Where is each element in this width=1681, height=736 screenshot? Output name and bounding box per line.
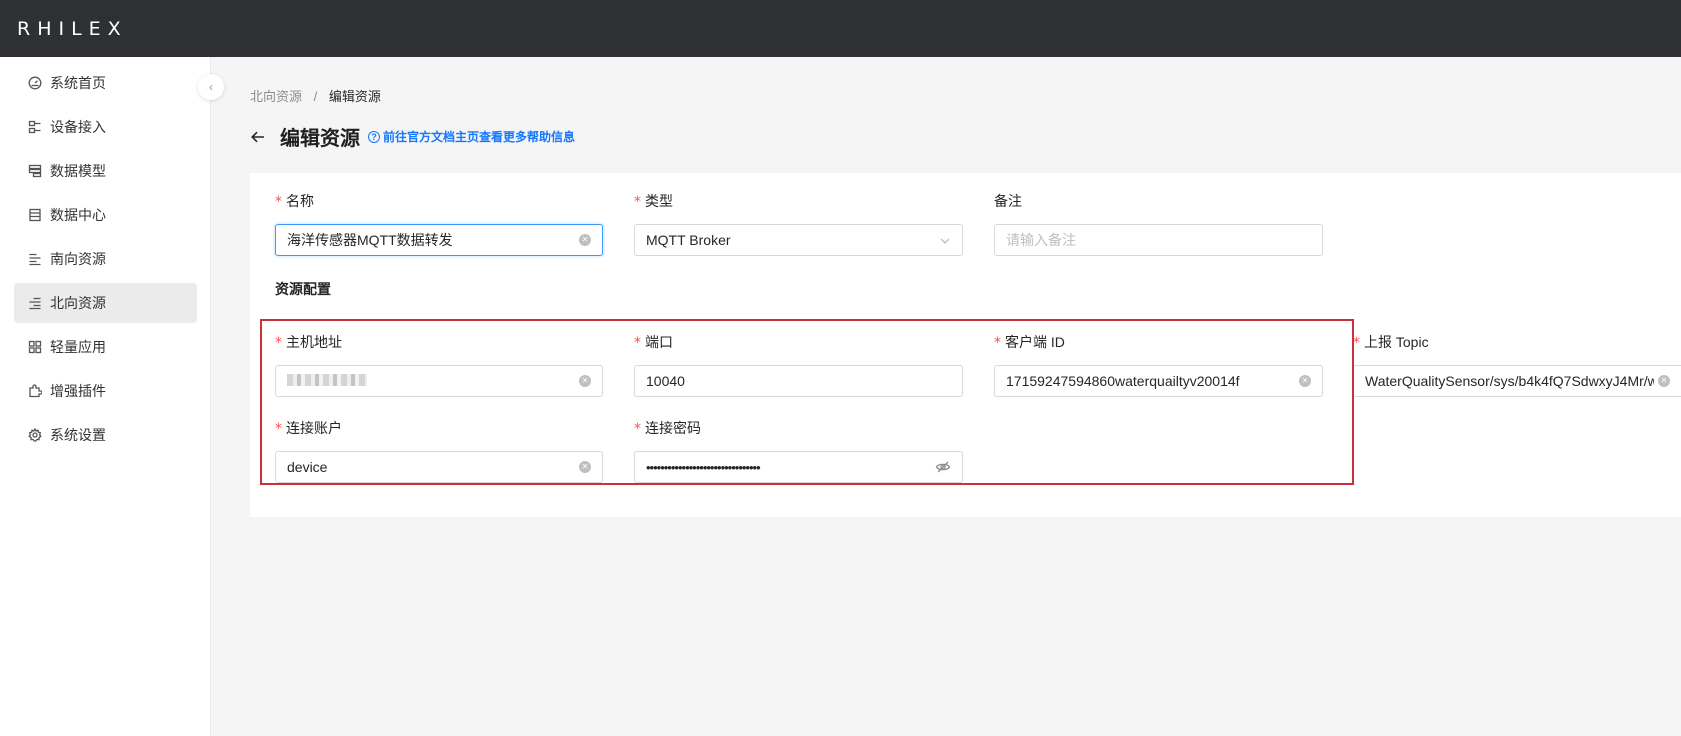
password-value: •••••••••••••••••••••••••••••••• (646, 459, 761, 475)
port-value: 10040 (646, 373, 685, 389)
topic-field: * 上报 Topic WaterQualitySensor/sys/b4k4fQ7… (1353, 332, 1681, 397)
required-mark: * (275, 335, 282, 351)
name-input[interactable]: 海洋传感器MQTT数据转发 ✕ (275, 224, 603, 256)
type-value: MQTT Broker (646, 232, 731, 248)
database-icon (28, 208, 42, 222)
topic-label: 上报 Topic (1364, 334, 1429, 350)
host-field: * 主机地址 ✕ (275, 332, 603, 397)
help-doc-link[interactable]: ? 前往官方文档主页查看更多帮助信息 (368, 128, 575, 145)
collapse-sidebar-button[interactable]: ‹ (198, 74, 224, 100)
required-mark: * (1353, 335, 1360, 351)
sidebar-item-data-center[interactable]: 数据中心 (14, 195, 197, 235)
redacted-host-value (287, 374, 367, 386)
form-card: * 名称 海洋传感器MQTT数据转发 ✕ * 类型 MQTT Broker 备注 请… (250, 173, 1681, 517)
sidebar-item-label: 系统设置 (50, 427, 106, 443)
sidebar-item-label: 轻量应用 (50, 339, 106, 355)
dashboard-icon (28, 76, 42, 90)
eye-invisible-icon[interactable] (935, 459, 951, 475)
host-label: 主机地址 (286, 334, 342, 350)
gear-icon (28, 428, 42, 442)
north-resource-icon (28, 296, 42, 310)
breadcrumb-current: 编辑资源 (328, 89, 381, 104)
data-model-icon (28, 164, 42, 178)
port-field: * 端口 10040 (634, 332, 963, 397)
remark-field: 备注 请输入备注 (994, 191, 1323, 256)
name-value: 海洋传感器MQTT数据转发 (287, 232, 453, 248)
remark-input[interactable]: 请输入备注 (994, 224, 1323, 256)
sidebar: 系统首页 设备接入 数据模型 数据中心 南向资源 北向资源 轻量应用 增强插件 (0, 57, 211, 736)
chevron-left-icon: ‹ (209, 80, 213, 94)
client-id-input[interactable]: 17159247594860waterquailtyv20014f ✕ (994, 365, 1323, 397)
sidebar-item-label: 数据模型 (50, 163, 106, 179)
username-field: * 连接账户 device ✕ (275, 418, 603, 483)
sidebar-item-devices[interactable]: 设备接入 (14, 107, 197, 147)
client-id-value: 17159247594860waterquailtyv20014f (1006, 373, 1240, 389)
sidebar-item-label: 北向资源 (50, 295, 106, 311)
breadcrumb: 北向资源 / 编辑资源 (250, 86, 381, 105)
password-label: 连接密码 (645, 420, 701, 436)
clear-icon[interactable]: ✕ (579, 234, 591, 246)
plugin-icon (28, 384, 42, 398)
sidebar-item-south-resource[interactable]: 南向资源 (14, 239, 197, 279)
required-mark: * (994, 335, 1001, 351)
required-mark: * (634, 335, 641, 351)
sidebar-item-plugins[interactable]: 增强插件 (14, 371, 197, 411)
help-link-text: 前往官方文档主页查看更多帮助信息 (383, 130, 576, 144)
client-id-label: 客户端 ID (1005, 334, 1065, 350)
type-select[interactable]: MQTT Broker (634, 224, 963, 256)
chevron-down-icon (939, 234, 951, 246)
type-label: 类型 (645, 193, 673, 209)
clear-icon[interactable]: ✕ (1658, 375, 1670, 387)
password-input[interactable]: •••••••••••••••••••••••••••••••• (634, 451, 963, 483)
clear-icon[interactable]: ✕ (579, 461, 591, 473)
app-icon (28, 340, 42, 354)
required-mark: * (275, 194, 282, 210)
username-label: 连接账户 (286, 420, 342, 436)
sidebar-item-label: 设备接入 (50, 119, 106, 135)
host-input[interactable]: ✕ (275, 365, 603, 397)
sidebar-item-data-model[interactable]: 数据模型 (14, 151, 197, 191)
port-input[interactable]: 10040 (634, 365, 963, 397)
topic-value: WaterQualitySensor/sys/b4k4fQ7SdwxyJ4Mr/… (1365, 373, 1654, 389)
sidebar-item-apps[interactable]: 轻量应用 (14, 327, 197, 367)
back-arrow-icon[interactable] (250, 129, 266, 145)
clear-icon[interactable]: ✕ (579, 375, 591, 387)
required-mark: * (634, 194, 641, 210)
username-input[interactable]: device ✕ (275, 451, 603, 483)
question-circle-icon: ? (368, 130, 380, 143)
device-icon (28, 120, 42, 134)
name-label: 名称 (286, 193, 314, 209)
page-title: 编辑资源 (280, 128, 360, 150)
sidebar-item-settings[interactable]: 系统设置 (14, 415, 197, 455)
clear-icon[interactable]: ✕ (1299, 375, 1311, 387)
config-section-title: 资源配置 (275, 281, 331, 297)
app-logo[interactable]: RHILEX (17, 18, 128, 40)
breadcrumb-separator: / (313, 89, 318, 104)
port-label: 端口 (645, 334, 673, 350)
breadcrumb-parent[interactable]: 北向资源 (250, 89, 302, 104)
top-bar: RHILEX (0, 0, 1681, 57)
remark-placeholder: 请输入备注 (1006, 232, 1076, 248)
sidebar-item-dashboard[interactable]: 系统首页 (14, 63, 197, 103)
required-mark: * (275, 421, 282, 437)
page-header: 编辑资源 ? 前往官方文档主页查看更多帮助信息 (250, 122, 575, 151)
sidebar-menu: 系统首页 设备接入 数据模型 数据中心 南向资源 北向资源 轻量应用 增强插件 (0, 57, 210, 455)
sidebar-item-label: 数据中心 (50, 207, 106, 223)
sidebar-item-label: 增强插件 (50, 383, 106, 399)
client-id-field: * 客户端 ID 17159247594860waterquailtyv20014… (994, 332, 1323, 397)
sidebar-item-label: 南向资源 (50, 251, 106, 267)
sidebar-item-label: 系统首页 (50, 75, 106, 91)
password-field: * 连接密码 •••••••••••••••••••••••••••••••• (634, 418, 963, 483)
name-field: * 名称 海洋传感器MQTT数据转发 ✕ (275, 191, 603, 256)
remark-label: 备注 (994, 193, 1022, 209)
username-value: device (287, 459, 328, 475)
sidebar-item-north-resource[interactable]: 北向资源 (14, 283, 197, 323)
type-field: * 类型 MQTT Broker (634, 191, 963, 256)
south-resource-icon (28, 252, 42, 266)
topic-input[interactable]: WaterQualitySensor/sys/b4k4fQ7SdwxyJ4Mr/… (1353, 365, 1681, 397)
required-mark: * (634, 421, 641, 437)
